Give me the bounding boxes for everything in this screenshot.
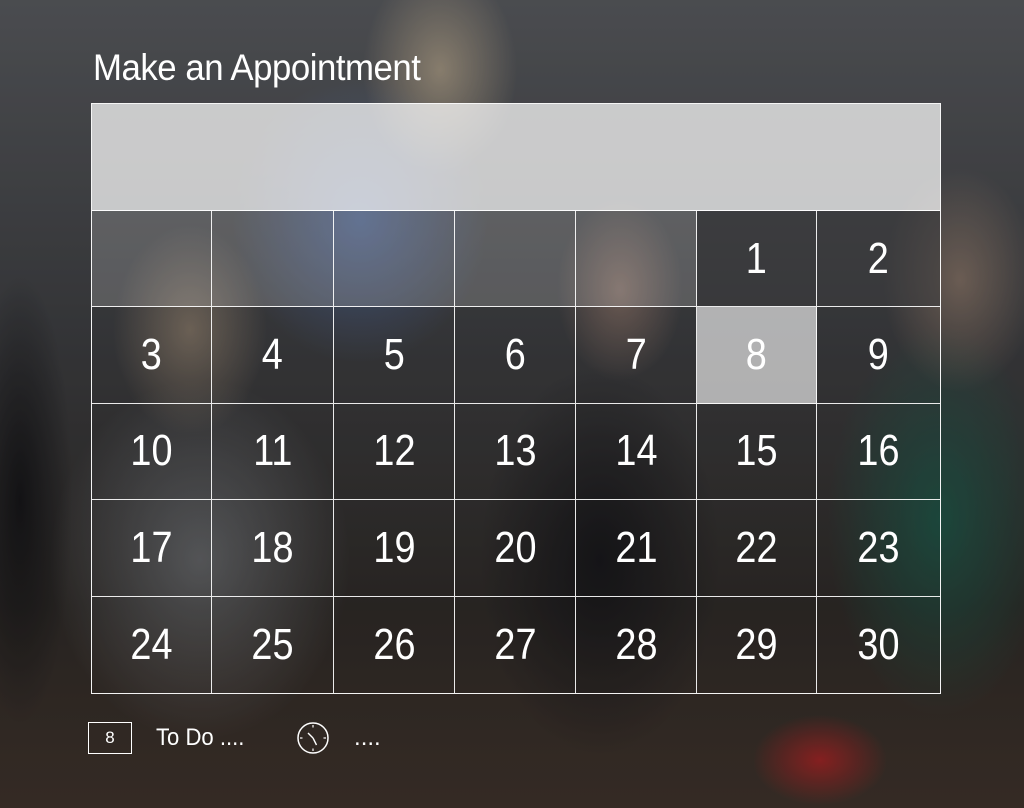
calendar-day-9[interactable]: 9 bbox=[817, 307, 940, 404]
calendar-day-11[interactable]: 11 bbox=[212, 403, 334, 501]
calendar-day-14[interactable]: 14 bbox=[576, 403, 697, 501]
calendar-day-23[interactable]: 23 bbox=[817, 500, 940, 597]
time-placeholder[interactable]: .... bbox=[354, 724, 381, 752]
calendar-day-29[interactable]: 29 bbox=[697, 596, 817, 693]
selected-day-box[interactable]: 8 bbox=[88, 722, 132, 754]
calendar-day-19[interactable]: 19 bbox=[334, 500, 455, 597]
calendar-day-label: 20 bbox=[493, 522, 537, 572]
calendar-empty-cell bbox=[576, 211, 697, 308]
appointment-footer: 8 To Do .... .... bbox=[88, 716, 381, 760]
calendar-day-2[interactable]: 2 bbox=[817, 211, 940, 308]
calendar-day-28[interactable]: 28 bbox=[576, 596, 697, 693]
calendar-day-20[interactable]: 20 bbox=[455, 500, 576, 597]
calendar-day-label: 14 bbox=[614, 426, 658, 476]
calendar-day-15[interactable]: 15 bbox=[697, 403, 817, 501]
calendar-day-3[interactable]: 3 bbox=[92, 307, 212, 404]
calendar-day-label: 30 bbox=[857, 619, 900, 669]
calendar-day-label: 28 bbox=[614, 619, 658, 669]
calendar-day-6[interactable]: 6 bbox=[455, 307, 576, 404]
calendar-day-13[interactable]: 13 bbox=[455, 403, 576, 501]
calendar-day-5[interactable]: 5 bbox=[334, 307, 455, 404]
calendar-day-8[interactable]: 8 bbox=[697, 307, 817, 404]
calendar-day-label: 18 bbox=[251, 522, 294, 572]
calendar: 1 2 3 4 5 6 7 8 9 10 11 12 13 14 15 16 17 18 19 20 21 22 23 24 2… bbox=[91, 103, 941, 694]
calendar-day-22[interactable]: 22 bbox=[697, 500, 817, 597]
calendar-day-label: 29 bbox=[735, 619, 778, 669]
calendar-day-10[interactable]: 10 bbox=[92, 403, 212, 501]
calendar-day-label: 21 bbox=[614, 522, 658, 572]
calendar-day-4[interactable]: 4 bbox=[212, 307, 334, 404]
calendar-day-24[interactable]: 24 bbox=[92, 596, 212, 693]
calendar-day-label: 13 bbox=[493, 426, 537, 476]
calendar-day-label: 12 bbox=[372, 426, 416, 476]
calendar-day-label: 19 bbox=[372, 522, 416, 572]
calendar-day-25[interactable]: 25 bbox=[212, 596, 334, 693]
calendar-day-label: 10 bbox=[130, 426, 173, 476]
calendar-day-label: 27 bbox=[493, 619, 537, 669]
calendar-day-30[interactable]: 30 bbox=[817, 597, 940, 693]
calendar-day-label: 6 bbox=[504, 330, 526, 380]
calendar-day-label: 11 bbox=[252, 426, 293, 476]
calendar-day-label: 7 bbox=[625, 330, 647, 380]
calendar-day-label: 5 bbox=[383, 330, 405, 380]
calendar-day-1[interactable]: 1 bbox=[697, 211, 817, 308]
calendar-day-label: 2 bbox=[867, 233, 890, 283]
calendar-day-26[interactable]: 26 bbox=[334, 596, 455, 693]
todo-label[interactable]: To Do .... bbox=[156, 724, 244, 752]
calendar-empty-cell bbox=[334, 211, 455, 308]
calendar-day-12[interactable]: 12 bbox=[334, 403, 455, 501]
calendar-day-label: 23 bbox=[857, 522, 900, 572]
clock-icon[interactable] bbox=[296, 721, 330, 755]
calendar-day-21[interactable]: 21 bbox=[576, 500, 697, 597]
calendar-day-label: 1 bbox=[745, 233, 768, 283]
calendar-header bbox=[92, 104, 940, 211]
calendar-day-label: 25 bbox=[251, 619, 294, 669]
calendar-day-18[interactable]: 18 bbox=[212, 500, 334, 597]
calendar-day-label: 8 bbox=[745, 330, 768, 380]
calendar-day-label: 24 bbox=[130, 619, 173, 669]
calendar-day-label: 16 bbox=[857, 426, 900, 476]
calendar-day-label: 22 bbox=[735, 522, 778, 572]
calendar-grid: 1 2 3 4 5 6 7 8 9 10 11 12 13 14 15 16 17 18 19 20 21 22 23 24 2… bbox=[92, 211, 940, 693]
calendar-day-label: 17 bbox=[130, 522, 173, 572]
calendar-day-label: 4 bbox=[261, 330, 284, 380]
calendar-day-7[interactable]: 7 bbox=[576, 307, 697, 404]
calendar-empty-cell bbox=[455, 211, 576, 308]
calendar-day-label: 15 bbox=[735, 426, 778, 476]
calendar-day-17[interactable]: 17 bbox=[92, 500, 212, 597]
calendar-day-16[interactable]: 16 bbox=[817, 404, 940, 501]
calendar-day-label: 26 bbox=[372, 619, 416, 669]
calendar-day-label: 3 bbox=[140, 330, 163, 380]
calendar-day-27[interactable]: 27 bbox=[455, 596, 576, 693]
calendar-day-label: 9 bbox=[867, 330, 890, 380]
calendar-empty-cell bbox=[92, 211, 212, 308]
calendar-empty-cell bbox=[212, 211, 334, 308]
page-title: Make an Appointment bbox=[93, 47, 421, 88]
